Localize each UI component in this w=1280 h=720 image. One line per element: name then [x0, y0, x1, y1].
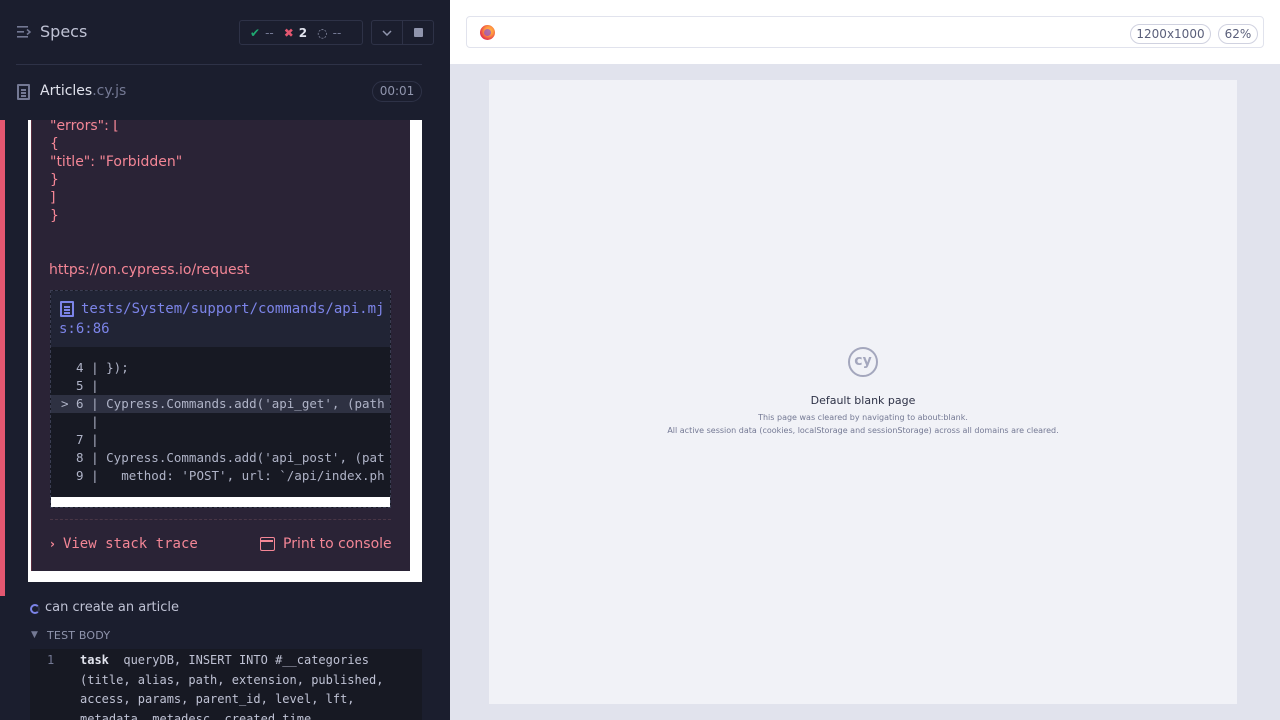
code-line-highlighted: > 6 | Cypress.Commands.add('api_get', (p… [51, 395, 390, 413]
error-json-line: "title": "Forbidden" [50, 154, 183, 170]
error-json-line: } [50, 208, 59, 224]
spinner-icon: ◌ [317, 25, 328, 40]
code-frame-header[interactable]: tests/System/support/commands/api.mjs:6:… [51, 291, 390, 347]
code-frame: tests/System/support/commands/api.mjs:6:… [50, 290, 391, 508]
spec-file-row[interactable]: Articles.cy.js 00:01 [0, 65, 438, 120]
code-line: 5 | [61, 378, 107, 393]
blank-page-title: Default blank page [810, 394, 916, 407]
firefox-icon[interactable] [480, 25, 495, 40]
chevron-down-icon[interactable]: ▼ [31, 630, 38, 640]
pending-count: ◌ -- [317, 26, 341, 40]
spec-extension: .cy.js [92, 83, 127, 99]
stop-button[interactable] [402, 20, 434, 45]
stats-summary: ✔ -- ✖ 2 ◌ -- [239, 20, 363, 45]
x-icon: ✖ [283, 25, 294, 40]
cypress-logo: cy [848, 347, 878, 377]
error-json-line: } [50, 172, 59, 188]
blank-page-description: This page was cleared by navigating to a… [758, 413, 968, 422]
spec-name: Articles [40, 83, 93, 99]
command-text: task queryDB, INSERT INTO #__categories … [80, 651, 410, 720]
failed-value: 2 [298, 25, 308, 40]
code-frame-scrollbar[interactable] [51, 497, 390, 507]
stop-icon [413, 28, 423, 37]
test-title[interactable]: can create an article [45, 600, 179, 615]
view-stack-trace-button[interactable]: › View stack trace [50, 536, 198, 552]
code-frame-file-path[interactable]: tests/System/support/commands/api.mjs:6:… [59, 299, 389, 339]
running-spinner-icon [30, 604, 40, 614]
command-name: task [80, 653, 109, 667]
error-json-line: "errors": [ [50, 118, 119, 134]
reporter-scrollbar[interactable] [438, 0, 450, 720]
aut-viewport[interactable]: cy Default blank page This page was clea… [489, 80, 1237, 704]
print-to-console-button[interactable]: Print to console [260, 536, 392, 552]
check-icon: ✔ [250, 25, 261, 40]
view-stack-trace-label: View stack trace [62, 536, 198, 552]
code-line: 9 | method: 'POST', url: `/api/index.ph [61, 468, 385, 483]
code-line: 7 | [61, 432, 107, 447]
aut-header: 1200x1000 62% [450, 0, 1280, 64]
viewport-size-badge[interactable]: 1200x1000 [1130, 24, 1211, 44]
blank-page-description: All active session data (cookies, localS… [667, 426, 1059, 435]
reporter-panel: Specs ✔ -- ✖ 2 ◌ -- "errors": [ { "title [0, 0, 438, 720]
chevron-right-icon: › [50, 537, 55, 551]
error-json-line: { [50, 136, 59, 152]
passed-count: ✔ -- [250, 26, 274, 40]
pending-value: -- [332, 25, 342, 40]
reporter-header: Specs ✔ -- ✖ 2 ◌ -- [0, 0, 438, 64]
code-line: 4 | }); [61, 360, 129, 375]
error-json-line: ] [50, 190, 56, 206]
print-to-console-label: Print to console [283, 536, 392, 552]
url-bar[interactable]: 1200x1000 62% [466, 16, 1264, 48]
code-line: | [61, 414, 107, 429]
file-icon [17, 84, 30, 100]
chevron-down-icon [382, 29, 392, 36]
console-icon [260, 537, 275, 551]
code-line: 8 | Cypress.Commands.add('api_post', (pa… [61, 450, 385, 465]
error-actions-divider [50, 519, 391, 520]
passed-value: -- [265, 25, 274, 40]
failed-count: ✖ 2 [284, 26, 307, 40]
spec-file-name[interactable]: Articles.cy.js [40, 83, 126, 99]
failed-indicator-bar [0, 120, 5, 596]
docs-link[interactable]: https://on.cypress.io/request [49, 262, 249, 278]
specs-list-icon[interactable] [17, 25, 32, 39]
expand-collapse-button[interactable] [371, 20, 403, 45]
command-message: queryDB, INSERT INTO #__categories (titl… [80, 653, 384, 720]
spec-duration-badge: 00:01 [372, 81, 422, 102]
command-number: 1 [47, 653, 55, 667]
test-body-section-label[interactable]: TEST BODY [47, 629, 110, 642]
zoom-badge[interactable]: 62% [1218, 24, 1258, 44]
specs-title[interactable]: Specs [40, 22, 87, 41]
app-under-test-panel: 1200x1000 62% cy Default blank page This… [450, 0, 1280, 720]
